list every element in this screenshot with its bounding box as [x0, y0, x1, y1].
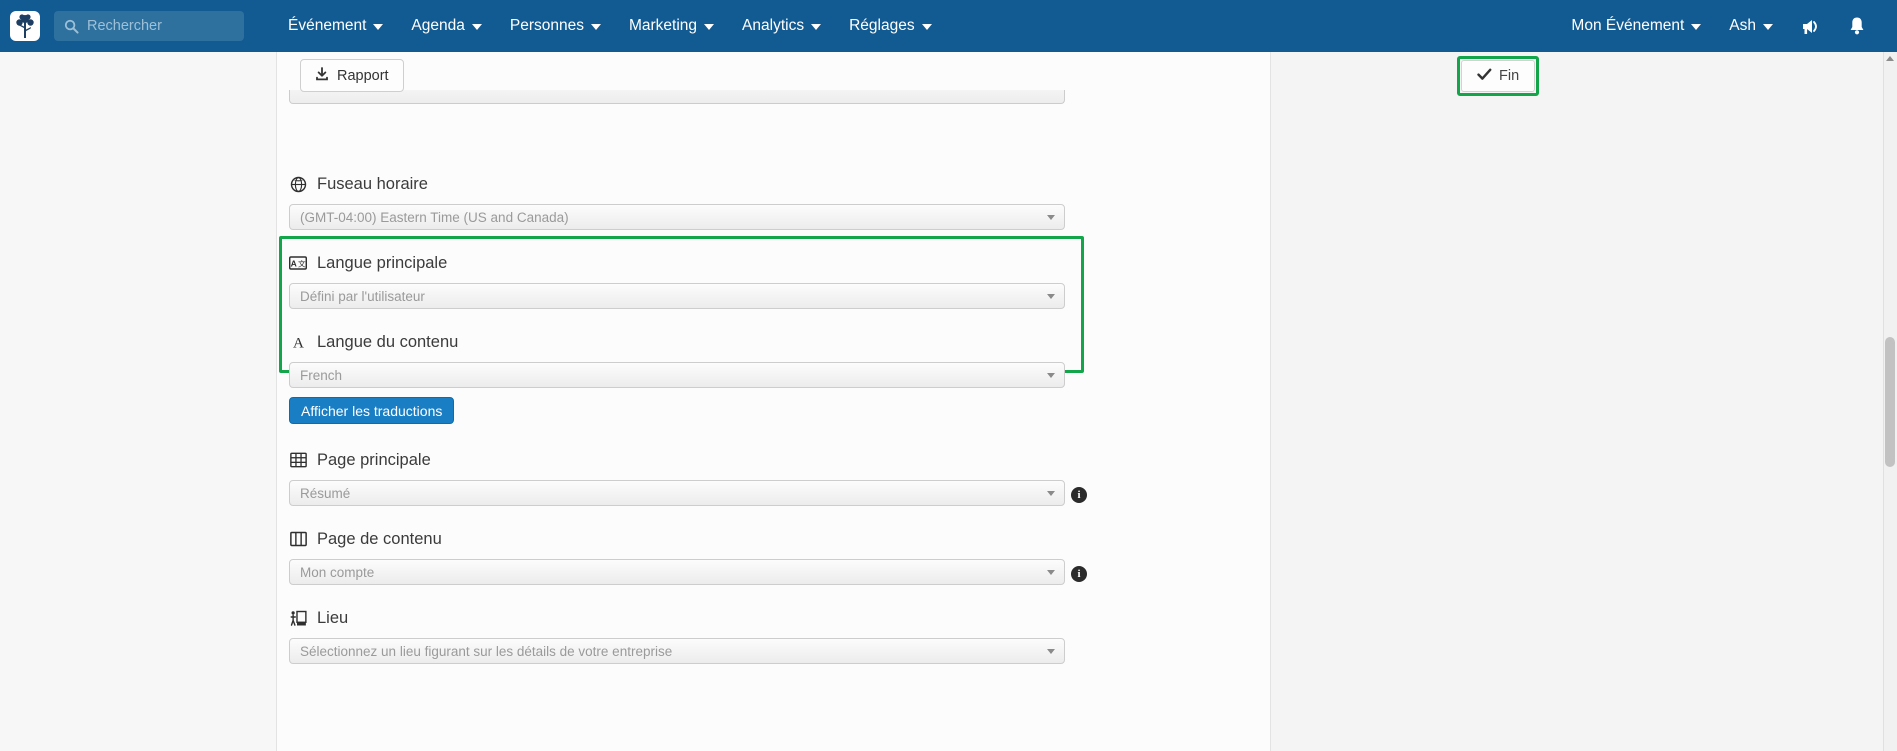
primary-language-select-value: Défini par l'utilisateur [300, 288, 425, 304]
field-main-page-label-row: Page principale [277, 448, 1270, 472]
report-button[interactable]: Rapport [300, 59, 404, 92]
field-content-page: Page de contenu Mon compte i [277, 527, 1270, 585]
chevron-down-icon [1047, 570, 1055, 575]
chevron-down-icon [1691, 24, 1702, 30]
field-primary-language: A 文 Langue principale Défini par l'utili… [277, 251, 1270, 309]
svg-text:A: A [291, 258, 297, 268]
nav-item-mon-evenement[interactable]: Mon Événement [1557, 0, 1715, 52]
done-button-highlight: Fin [1457, 56, 1540, 96]
content-language-select[interactable]: French [289, 362, 1065, 388]
main-page-info-icon[interactable]: i [1071, 487, 1087, 503]
chevron-down-icon [590, 24, 601, 30]
check-icon [1477, 68, 1492, 85]
field-timezone-label: Fuseau horaire [317, 174, 428, 193]
show-translations-label: Afficher les traductions [301, 402, 443, 419]
content-page-select[interactable]: Mon compte [289, 559, 1065, 585]
clipped-field-above [289, 90, 1065, 104]
chevron-down-icon [1763, 24, 1773, 30]
nav-item-label: Mon Événement [1571, 17, 1685, 34]
scroll-up-arrow[interactable] [1886, 56, 1894, 61]
field-venue: Lieu Sélectionnez un lieu figurant sur l… [277, 606, 1270, 664]
right-gutter [1270, 52, 1897, 751]
report-button-label: Rapport [337, 67, 389, 84]
table-grid-icon [289, 451, 307, 469]
translate-icon: A 文 [289, 254, 307, 272]
left-gutter [0, 52, 277, 751]
megaphone-icon[interactable] [1787, 0, 1835, 52]
content-page-select-value: Mon compte [300, 564, 375, 580]
chevron-down-icon [1047, 373, 1055, 378]
chevron-down-icon [1047, 294, 1055, 299]
field-main-page-label: Page principale [317, 450, 431, 469]
venue-select[interactable]: Sélectionnez un lieu figurant sur les dé… [289, 638, 1065, 664]
search-placeholder: Rechercher [87, 18, 162, 34]
info-glyph: i [1077, 568, 1081, 580]
venue-select-value: Sélectionnez un lieu figurant sur les dé… [300, 643, 673, 659]
field-timezone: Fuseau horaire (GMT-04:00) Eastern Time … [277, 172, 1270, 230]
search-input[interactable]: Rechercher [54, 11, 244, 41]
columns-icon [289, 530, 307, 548]
nav-item-label: Agenda [411, 17, 465, 34]
show-translations-button[interactable]: Afficher les traductions [289, 397, 455, 424]
scrollbar-thumb[interactable] [1885, 337, 1895, 467]
chevron-down-icon [471, 24, 482, 30]
nav-item-label: Marketing [628, 17, 698, 34]
content-language-select-value: French [300, 367, 343, 383]
nav-item-user-ash[interactable]: Ash [1715, 0, 1787, 52]
field-primary-language-label: Langue principale [317, 253, 448, 272]
nav-item-analytics[interactable]: Analytics [728, 0, 835, 52]
chevron-down-icon [373, 24, 384, 30]
timezone-select-value: (GMT-04:00) Eastern Time (US and Canada) [300, 209, 569, 225]
field-venue-label-row: Lieu [277, 606, 1270, 630]
field-main-page: Page principale Résumé i [277, 448, 1270, 506]
field-content-page-label-row: Page de contenu [277, 527, 1270, 551]
nav-item-label: Analytics [742, 17, 805, 34]
field-content-language-label: Langue du contenu [317, 332, 459, 351]
main-page-select[interactable]: Résumé [289, 480, 1065, 506]
field-primary-language-label-row: A 文 Langue principale [277, 251, 1270, 275]
done-button[interactable]: Fin [1461, 60, 1536, 92]
settings-panel: Rapport Fin Fuseau horaire (GMT-04:00) E… [277, 52, 1540, 751]
timezone-select[interactable]: (GMT-04:00) Eastern Time (US and Canada) [289, 204, 1065, 230]
nav-item-agenda[interactable]: Agenda [397, 0, 495, 52]
tree-logo-icon[interactable] [10, 11, 40, 41]
chevron-down-icon [921, 24, 932, 30]
field-content-language-label-row: A Langue du contenu [277, 330, 1270, 354]
nav-item-reglages[interactable]: Réglages [835, 0, 946, 52]
top-navbar: Rechercher Événement Agenda Personnes Ma… [0, 0, 1897, 52]
field-content-page-label: Page de contenu [317, 529, 442, 548]
page-scrollbar[interactable] [1883, 52, 1897, 751]
svg-text:A: A [293, 335, 304, 350]
chevron-down-icon [1047, 215, 1055, 220]
info-glyph: i [1077, 489, 1081, 501]
nav-item-marketing[interactable]: Marketing [615, 0, 728, 52]
content-page-info-icon[interactable]: i [1071, 566, 1087, 582]
nav-item-label: Ash [1729, 17, 1756, 34]
done-button-label: Fin [1499, 68, 1520, 84]
svg-text:文: 文 [298, 258, 306, 268]
venue-podium-icon [289, 609, 307, 627]
globe-icon [289, 175, 307, 193]
bell-icon[interactable] [1835, 0, 1879, 52]
nav-item-label: Personnes [509, 17, 584, 34]
main-page-select-value: Résumé [300, 485, 351, 501]
download-icon [315, 66, 329, 85]
nav-item-personnes[interactable]: Personnes [496, 0, 615, 52]
letter-a-icon: A [289, 333, 307, 351]
field-venue-label: Lieu [317, 608, 349, 627]
chevron-down-icon [1047, 649, 1055, 654]
chevron-down-icon [704, 24, 715, 30]
field-content-language: A Langue du contenu French Afficher les … [277, 330, 1270, 424]
nav-item-label: Événement [288, 17, 367, 34]
nav-item-evenement[interactable]: Événement [274, 0, 397, 52]
primary-language-select[interactable]: Défini par l'utilisateur [289, 283, 1065, 309]
panel-toolbar: Rapport Fin [277, 52, 1540, 104]
chevron-down-icon [1047, 491, 1055, 496]
field-timezone-label-row: Fuseau horaire [277, 172, 1270, 196]
nav-item-label: Réglages [849, 17, 915, 34]
search-icon [64, 19, 79, 34]
chevron-down-icon [811, 24, 822, 30]
